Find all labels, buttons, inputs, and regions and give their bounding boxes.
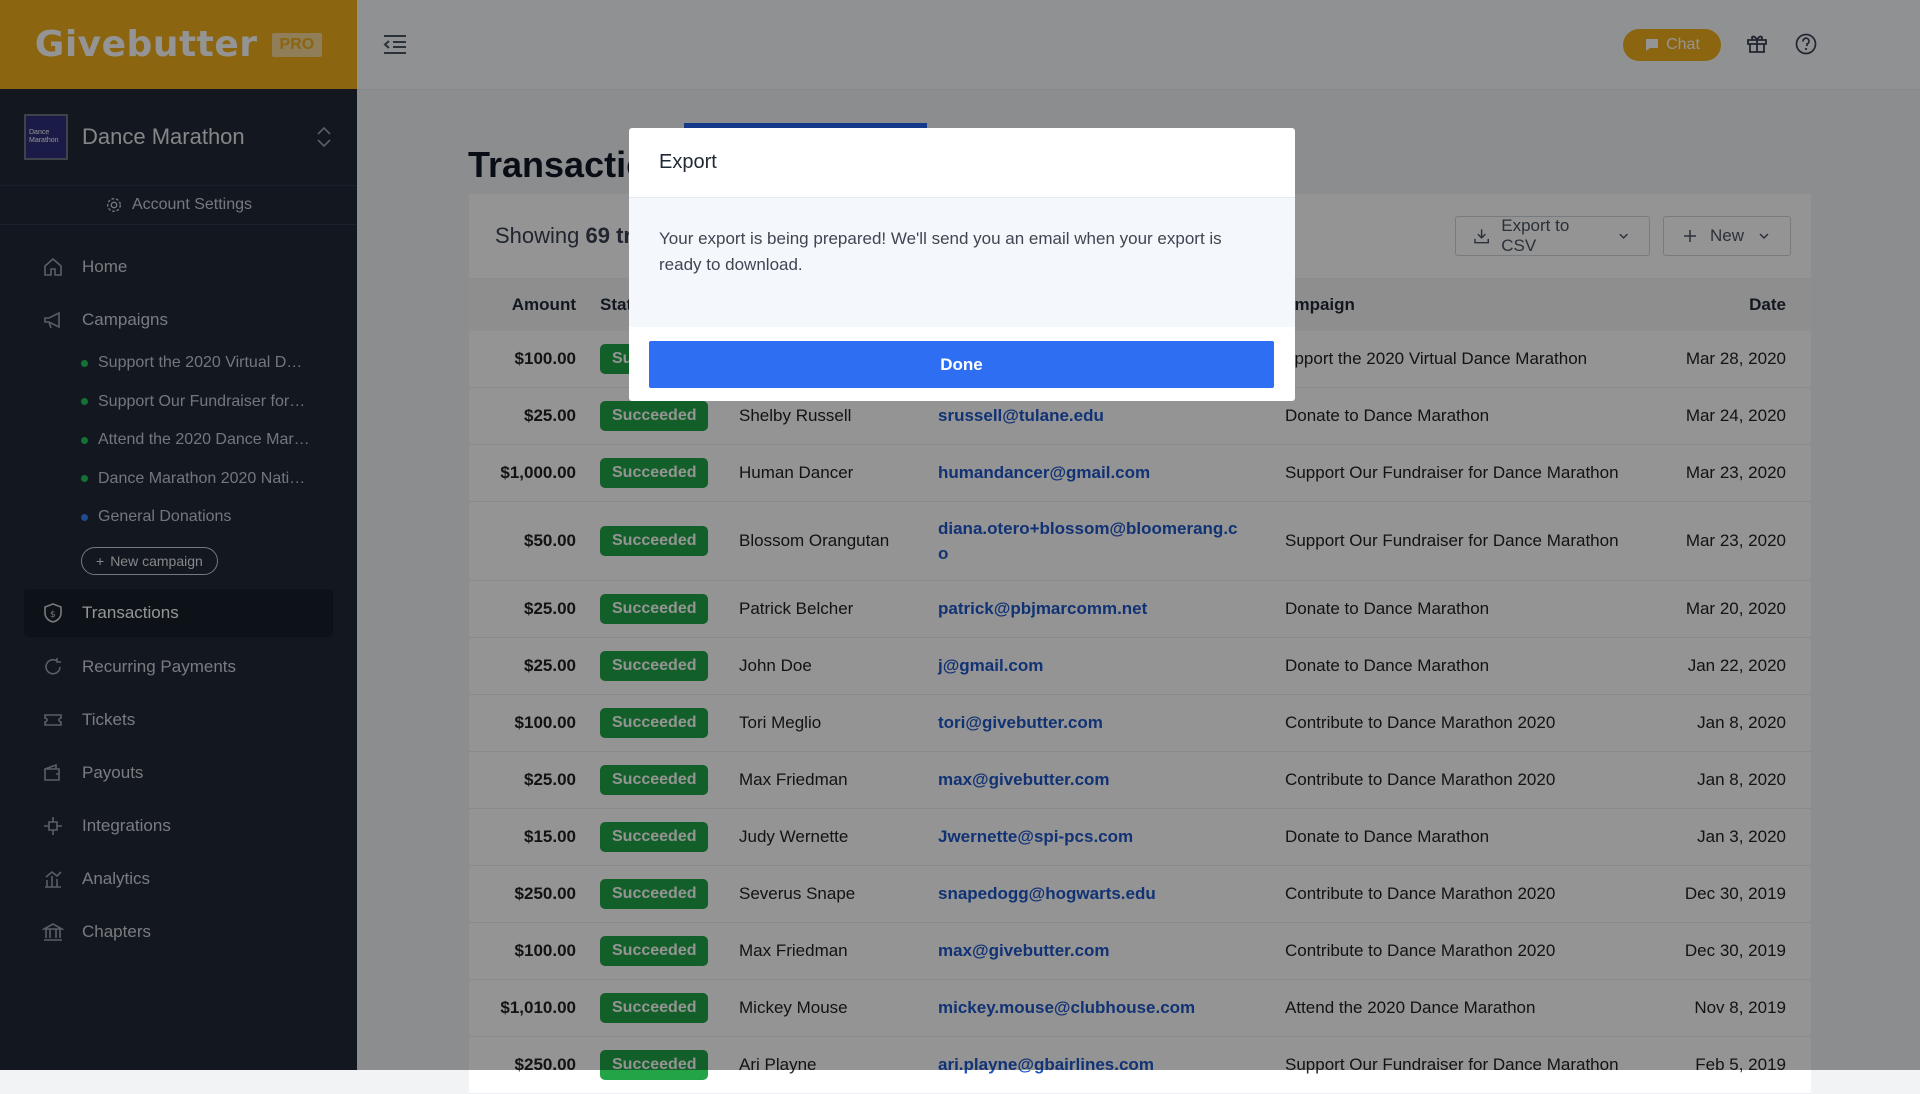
done-button[interactable]: Done bbox=[649, 341, 1274, 388]
export-modal: Export Your export is being prepared! We… bbox=[629, 128, 1295, 401]
modal-footer: Done bbox=[629, 327, 1295, 388]
modal-title: Export bbox=[629, 128, 1295, 198]
modal-message: Your export is being prepared! We'll sen… bbox=[629, 198, 1295, 327]
